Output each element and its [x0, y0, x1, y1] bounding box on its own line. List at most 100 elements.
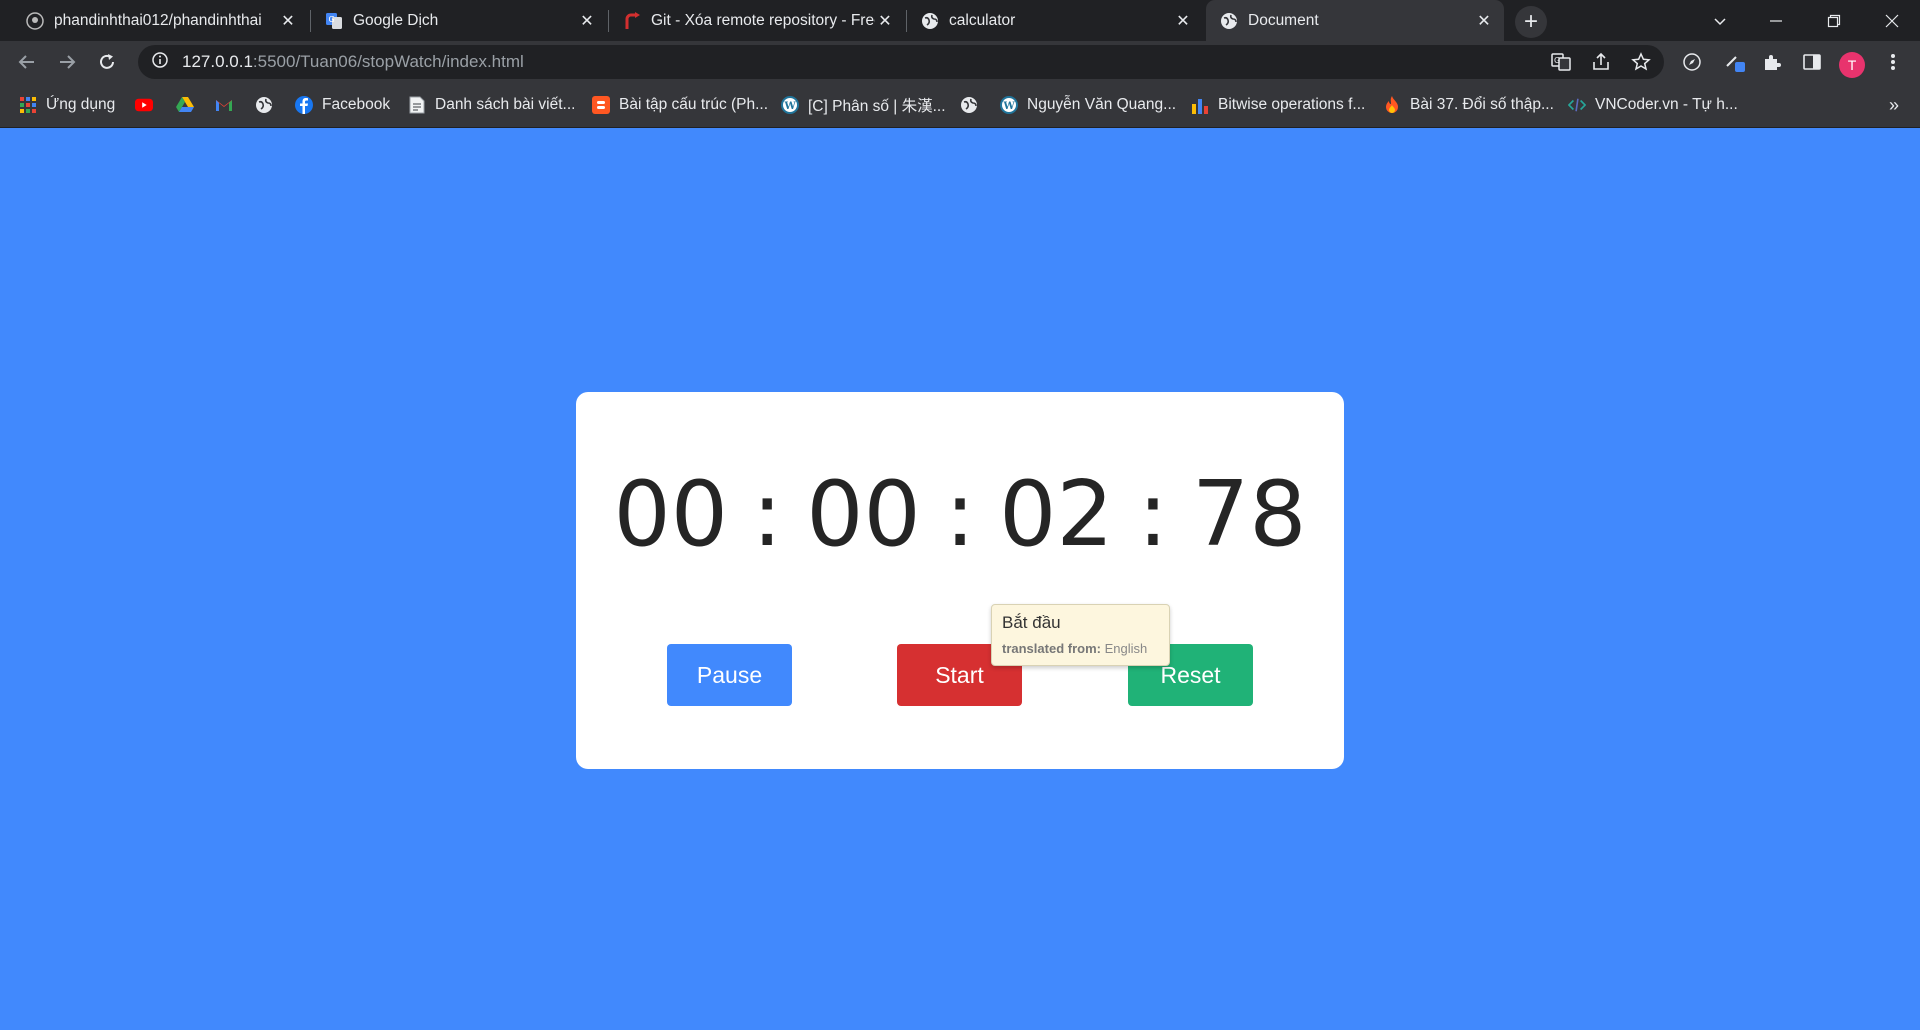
- bookmark-label: Facebook: [322, 96, 391, 113]
- bookmark-vncoder[interactable]: VNCoder.vn - Tự h...: [1568, 91, 1738, 119]
- close-icon[interactable]: ✕: [1173, 11, 1193, 31]
- stopwatch-card: 00:00:02:78 Pause Start Reset: [576, 392, 1344, 769]
- bookmark-apps[interactable]: Ứng dụng: [19, 91, 115, 119]
- svg-text:G: G: [329, 15, 335, 24]
- globe-icon: [1220, 12, 1238, 30]
- profile-avatar[interactable]: T: [1839, 52, 1865, 78]
- tab-calculator[interactable]: calculator ✕: [907, 0, 1203, 41]
- github-icon: [26, 11, 44, 30]
- minimize-button[interactable]: [1748, 0, 1804, 41]
- bookmark-nguyen-van-quang[interactable]: W Nguyễn Văn Quang...: [1000, 91, 1176, 119]
- code-icon: [1568, 96, 1586, 114]
- bookmark-facebook[interactable]: Facebook: [295, 91, 390, 119]
- bookmark-google-drive[interactable]: [176, 91, 203, 119]
- translation-tooltip: Bắt đầu translated from: English: [991, 604, 1170, 666]
- address-bar[interactable]: 127.0.0.1:5500/Tuan06/stopWatch/index.ht…: [138, 45, 1664, 79]
- close-icon[interactable]: ✕: [278, 11, 298, 31]
- tooltip-from-language: English: [1104, 641, 1148, 656]
- facebook-icon: [295, 96, 313, 114]
- timer-separator: :: [1137, 462, 1169, 567]
- tab-document[interactable]: Document ✕: [1206, 0, 1504, 41]
- bookmark-label: Ứng dụng: [46, 96, 116, 113]
- bookmark-label: Nguyễn Văn Quang...: [1027, 96, 1177, 113]
- close-icon[interactable]: ✕: [1474, 11, 1494, 31]
- new-tab-button[interactable]: +: [1515, 6, 1547, 38]
- timer-minutes: 00: [806, 462, 921, 567]
- close-icon[interactable]: ✕: [577, 11, 597, 31]
- bookmark-globe[interactable]: [255, 91, 282, 119]
- wordpress-icon: W: [1000, 96, 1018, 114]
- globe-icon: [921, 12, 939, 30]
- svg-text:W: W: [1003, 101, 1016, 112]
- compass-extension-icon[interactable]: [1676, 46, 1708, 78]
- url-host: 127.0.0.1: [182, 52, 253, 71]
- bookmark-danh-sach[interactable]: Danh sách bài viết...: [408, 91, 575, 119]
- browser-toolbar: 127.0.0.1:5500/Tuan06/stopWatch/index.ht…: [0, 41, 1920, 83]
- globe-icon: [255, 96, 273, 114]
- side-panel-icon[interactable]: [1796, 46, 1828, 78]
- bookmark-bai-tap[interactable]: Bài tập cấu trúc (Ph...: [592, 91, 768, 119]
- tab-google-translate[interactable]: G Google Dịch ✕: [311, 0, 607, 41]
- tooltip-translation: Bắt đầu: [1002, 613, 1061, 632]
- stopwatch-display: 00:00:02:78: [576, 462, 1344, 567]
- bookmark-phan-so[interactable]: W [C] Phân số | 朱漢...: [781, 91, 946, 119]
- bookmark-label: VNCoder.vn - Tự h...: [1595, 96, 1738, 113]
- bookmark-label: Bitwise operations f...: [1218, 96, 1366, 113]
- tab-strip: phandinhthai012/phandinhthai ✕ G Google …: [0, 0, 1920, 41]
- youtube-icon: [135, 96, 153, 114]
- tab-search-icon[interactable]: [1692, 0, 1748, 41]
- translate-icon[interactable]: G: [1545, 46, 1577, 78]
- reload-button[interactable]: [91, 46, 123, 78]
- bookmarks-bar: Ứng dụng Facebook Danh sách bài viết...: [0, 83, 1920, 128]
- tab-title: Google Dịch: [353, 11, 439, 29]
- bar-chart-icon: [1191, 96, 1209, 114]
- timer-separator: :: [944, 462, 976, 567]
- google-drive-icon: [176, 96, 194, 114]
- forward-button[interactable]: [51, 46, 83, 78]
- globe-icon: [960, 96, 978, 114]
- timer-hours: 00: [613, 462, 728, 567]
- tooltip-source: translated from: English: [1002, 641, 1159, 656]
- restore-button[interactable]: [1806, 0, 1862, 41]
- site-info-icon[interactable]: [152, 51, 168, 73]
- share-icon[interactable]: [1585, 46, 1617, 78]
- more-bookmarks-chevron-icon[interactable]: »: [1880, 91, 1908, 119]
- bookmark-globe-2[interactable]: [960, 91, 987, 119]
- bookmark-label: Bài tập cấu trúc (Ph...: [619, 96, 769, 113]
- wordpress-icon: W: [781, 96, 799, 114]
- timer-centiseconds: 78: [1192, 462, 1307, 567]
- bookmark-bai-37[interactable]: Bài 37. Đổi số thập...: [1383, 91, 1554, 119]
- tab-title: Git - Xóa remote repository - Freetuts: [651, 11, 875, 29]
- bookmark-bitwise[interactable]: Bitwise operations f...: [1191, 91, 1365, 119]
- tab-freetuts[interactable]: Git - Xóa remote repository - Freetuts ✕: [609, 0, 905, 41]
- timer-seconds: 02: [999, 462, 1114, 567]
- extensions-puzzle-icon[interactable]: [1756, 46, 1788, 78]
- menu-kebab-icon[interactable]: [1877, 46, 1909, 78]
- bookmark-label: Bài 37. Đổi số thập...: [1410, 96, 1554, 113]
- tooltip-from-label: translated from:: [1002, 641, 1101, 656]
- url-text: 127.0.0.1:5500/Tuan06/stopWatch/index.ht…: [182, 52, 524, 72]
- timer-separator: :: [751, 462, 783, 567]
- close-icon[interactable]: ✕: [875, 11, 895, 31]
- close-window-button[interactable]: [1864, 0, 1920, 41]
- bookmark-label: Danh sách bài viết...: [435, 96, 576, 113]
- tab-title: Document: [1248, 11, 1319, 29]
- tab-title: calculator: [949, 11, 1016, 29]
- bookmark-youtube[interactable]: [135, 91, 162, 119]
- svg-text:G: G: [1554, 56, 1560, 65]
- apps-grid-icon: [19, 96, 37, 114]
- url-path: :5500/Tuan06/stopWatch/index.html: [252, 52, 524, 71]
- svg-text:W: W: [784, 101, 797, 112]
- freetuts-icon: [623, 11, 641, 30]
- tab-github[interactable]: phandinhthai012/phandinhthai ✕: [12, 0, 308, 41]
- bookmark-gmail[interactable]: [215, 91, 242, 119]
- bookmark-label: [C] Phân số | 朱漢...: [808, 98, 946, 115]
- blogger-icon: [592, 96, 610, 114]
- pause-button[interactable]: Pause: [667, 644, 792, 706]
- document-icon: [408, 96, 426, 114]
- gmail-icon: [215, 96, 233, 114]
- tab-title: phandinhthai012/phandinhthai: [54, 11, 262, 29]
- bookmark-star-icon[interactable]: [1625, 46, 1657, 78]
- color-picker-extension-icon[interactable]: [1719, 46, 1751, 78]
- back-button[interactable]: [11, 46, 43, 78]
